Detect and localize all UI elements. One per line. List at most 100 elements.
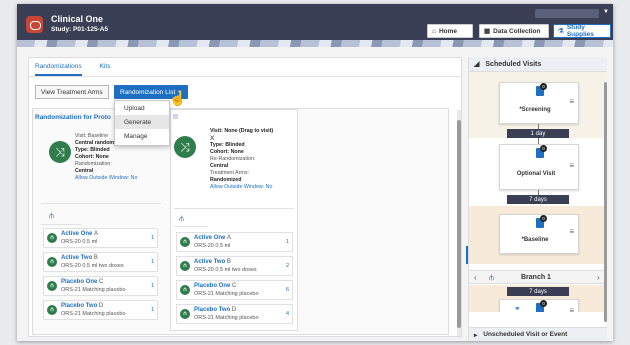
divider — [41, 203, 161, 204]
divider — [41, 224, 81, 225]
arm-icon: ⫛ — [180, 309, 190, 319]
branch-bar: ‹ ⫛ Branch 1 › — [469, 270, 607, 284]
tree-icon[interactable]: ⫛ — [49, 211, 54, 221]
visit-gap: 7 days — [507, 287, 569, 296]
arm-icon: ⫛ — [47, 233, 57, 243]
arm-kit: ORS-21 Matching placebo — [61, 287, 126, 293]
card-arms-value: Randomized — [210, 177, 242, 183]
scrollbar-thumb[interactable] — [457, 120, 461, 328]
card-arms-label: Treatment Arms: — [210, 170, 249, 176]
hand-cursor-icon: ☝ — [169, 90, 187, 106]
link-icon: ⚭ — [514, 304, 521, 312]
supplies-icon: ⚗ — [558, 28, 564, 35]
arm-kit: ORS-20 0.5 ml two doses — [61, 263, 124, 269]
arm-count: 6 — [285, 287, 289, 293]
divider — [174, 226, 208, 227]
randomization-card[interactable]: ⤨ Visit: None (Drag to visit) X Type: Bl… — [170, 109, 298, 331]
data-collection-label: Data Collection — [493, 27, 541, 35]
list-item[interactable]: ⫛ Active Two B ORS-20 0.5 ml two doses 1 — [43, 252, 158, 272]
arm-name: Placebo One C — [61, 279, 104, 285]
list-item[interactable]: ⫛ Active One A ORS-20 0.5 ml 1 — [176, 232, 293, 252]
view-treatment-arms-button[interactable]: View Treatment Arms — [35, 85, 109, 99]
hamburger-icon[interactable]: ≡ — [569, 227, 574, 236]
arm-count: 2 — [285, 263, 289, 269]
card-cohort: Cohort: None — [75, 154, 109, 160]
tree-icon[interactable]: ⫛ — [179, 214, 184, 224]
count-badge: 0 — [540, 145, 547, 152]
scheduled-visits-title: Scheduled Visits — [485, 60, 542, 68]
vertical-scrollbar[interactable] — [457, 110, 461, 336]
data-collection-button[interactable]: ▦ Data Collection — [479, 24, 549, 38]
arm-count: 1 — [150, 235, 154, 241]
visit-card-branch[interactable]: ⚭ 0 ≡ — [499, 299, 579, 312]
menu-item-manage[interactable]: Manage — [115, 129, 169, 143]
app-name: Clinical One — [51, 14, 104, 24]
hamburger-icon[interactable]: ≡ — [569, 306, 574, 312]
card-window: Allow Outside Window: No — [75, 175, 138, 181]
arm-kit: ORS-21 Matching placebo — [61, 311, 126, 317]
visit-card-optional[interactable]: 0 Optional Visit ≡ — [499, 144, 579, 190]
tab-randomizations[interactable]: Randomizations — [35, 63, 82, 76]
branch-name: Branch 1 — [521, 274, 551, 281]
chevron-right-icon[interactable]: › — [597, 273, 600, 282]
decorative-stripe — [17, 40, 613, 47]
randomization-list-menu: Upload Generate Manage — [114, 100, 170, 146]
arm-kit: ORS-20 0.5 ml — [61, 239, 98, 245]
list-item[interactable]: ⫛ Active One A ORS-20 0.5 ml 1 — [43, 228, 158, 248]
visit-gap: 1 day — [507, 129, 569, 138]
card-type: Type: Blinded — [75, 147, 110, 153]
count-badge: 0 — [540, 215, 547, 222]
home-button[interactable]: ⌂ Home — [427, 24, 473, 38]
arm-count: 1 — [150, 307, 154, 313]
home-icon: ⌂ — [432, 27, 436, 35]
arm-count: 4 — [285, 311, 289, 317]
list-item[interactable]: ⫛ Placebo Two D ORS-21 Matching placebo … — [43, 300, 158, 320]
arm-kit: ORS-20 0.5 ml two doses — [194, 267, 257, 273]
scheduled-visits-header[interactable]: ◢ Scheduled Visits — [469, 57, 607, 72]
randomization-card[interactable]: ⤨ Visit: Baseline Central randomization.… — [35, 127, 165, 332]
unscheduled-title: Unscheduled Visit or Event — [483, 331, 568, 338]
tree-icon: ⫛ — [489, 273, 494, 282]
arm-icon: ⫛ — [47, 281, 57, 291]
list-item[interactable]: ⫛ Placebo Two D ORS-21 Matching placebo … — [176, 304, 293, 324]
chevron-left-icon[interactable]: ‹ — [474, 273, 477, 282]
drag-handle[interactable] — [173, 114, 178, 119]
arm-count: 1 — [285, 239, 289, 245]
unscheduled-visit-header[interactable]: ▸ Unscheduled Visit or Event — [469, 327, 607, 341]
arm-icon: ⫛ — [180, 285, 190, 295]
arm-name: Active One A — [61, 231, 99, 237]
shuffle-icon: ⤨ — [174, 136, 196, 158]
tab-bar: Randomizations Kits — [35, 63, 110, 76]
menu-item-generate[interactable]: Generate — [115, 115, 169, 129]
study-supplies-button[interactable]: ⚗ Study Supplies — [553, 24, 611, 38]
study-supplies-label: Study Supplies — [566, 24, 594, 38]
tab-kits[interactable]: Kits — [100, 63, 111, 76]
top-bar: Clinical One Study: P01-125-A5 ▼ ⌂ Home … — [17, 4, 613, 40]
arm-name: Active One A — [194, 235, 232, 241]
arm-name: Placebo One C — [194, 283, 237, 289]
randomization-list-label: Randomization List — [120, 88, 176, 96]
card-type: Type: Blinded — [210, 142, 245, 148]
list-item[interactable]: ⫛ Placebo One C ORS-21 Matching placebo … — [176, 280, 293, 300]
visit-gap: 7 days — [507, 195, 569, 204]
menu-item-upload[interactable]: Upload — [115, 101, 169, 115]
arm-count: 1 — [150, 259, 154, 265]
visit-card-baseline[interactable]: 0 *Baseline ≡ — [499, 214, 579, 254]
triangle-down-icon: ◢ — [474, 61, 480, 68]
list-item[interactable]: ⫛ Placebo One C ORS-21 Matching placebo … — [43, 276, 158, 296]
card-rerand-label: Randomization: — [75, 161, 112, 167]
card-rerand-label: Re-Randomization: — [210, 156, 256, 162]
app-window: Clinical One Study: P01-125-A5 ▼ ⌂ Home … — [17, 4, 613, 341]
list-item[interactable]: ⫛ Active Two B ORS-20 0.5 ml two doses 2 — [176, 256, 293, 276]
arm-kit: ORS-20 0.5 ml — [194, 243, 231, 249]
arm-name: Active Two B — [61, 255, 98, 261]
user-menu[interactable] — [535, 9, 599, 18]
chevron-down-icon[interactable]: ▼ — [603, 9, 609, 15]
hamburger-icon[interactable]: ≡ — [569, 97, 574, 106]
right-scrollbar[interactable] — [604, 82, 607, 322]
home-label: Home — [438, 27, 457, 35]
card-rerand-value: Central — [75, 168, 94, 174]
hamburger-icon[interactable]: ≡ — [569, 161, 574, 170]
visit-card-screening[interactable]: 0 *Screening ≡ — [499, 82, 579, 124]
card-window: Allow Outside Window: No — [210, 184, 273, 190]
